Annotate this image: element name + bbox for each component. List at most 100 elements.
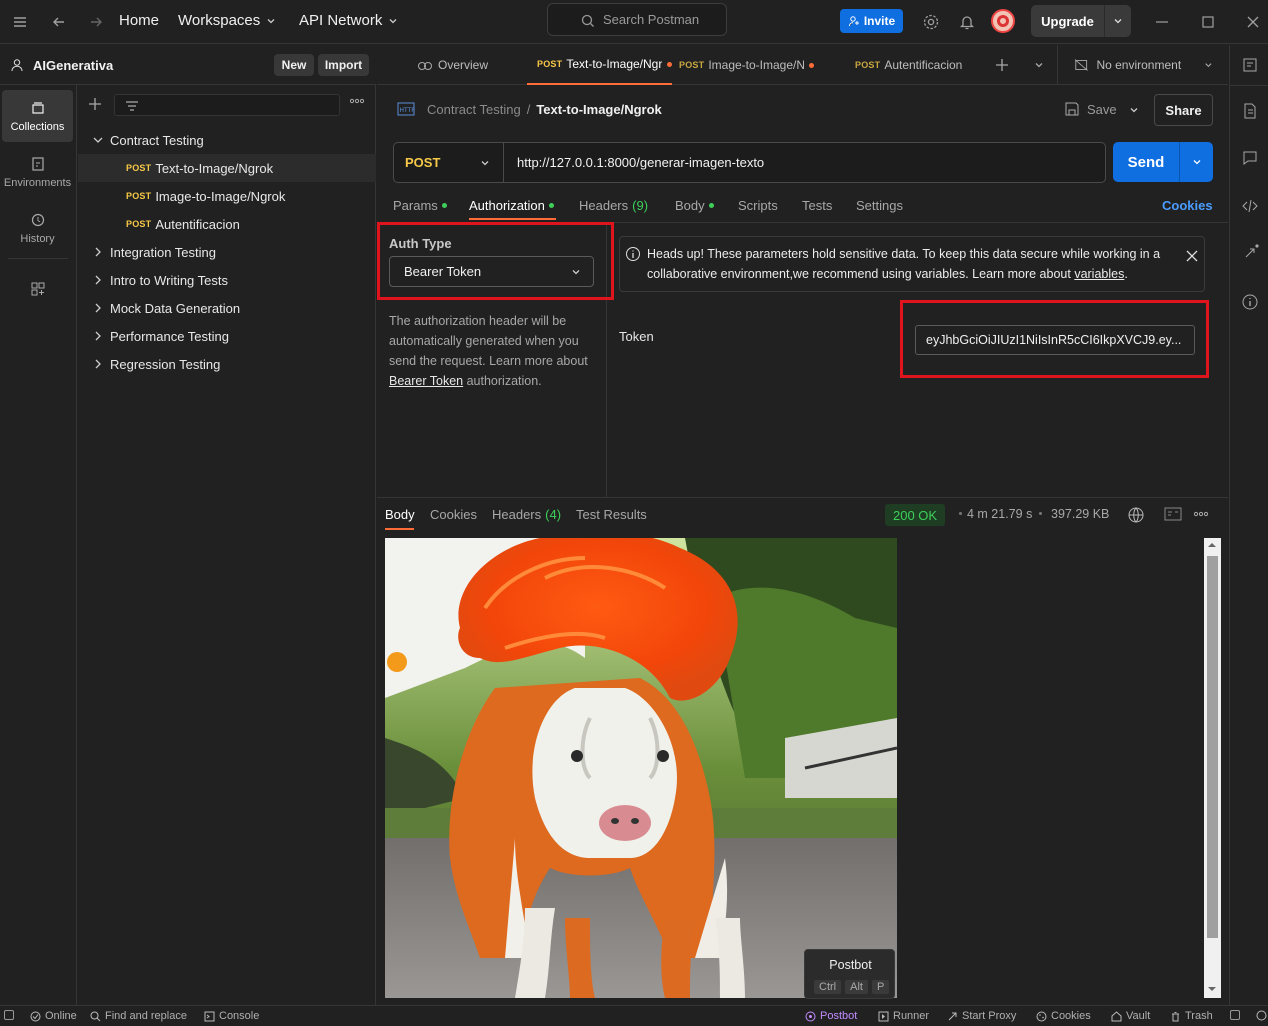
tab-body[interactable]: Body: [675, 198, 714, 213]
save-response-example-icon[interactable]: [1164, 507, 1182, 521]
start-proxy-button[interactable]: Start Proxy: [947, 1010, 1016, 1022]
tab-text-to-image[interactable]: POST Text-to-Image/Ngrok: [527, 45, 672, 85]
tabs-overflow-chevron-icon[interactable]: [1033, 59, 1045, 71]
collection-performance-testing[interactable]: Performance Testing: [78, 322, 376, 350]
status-online[interactable]: Online: [30, 1010, 77, 1022]
response-tab-body[interactable]: Body: [385, 507, 415, 522]
network-globe-icon[interactable]: [1127, 506, 1145, 524]
configure-workspace-icon[interactable]: [30, 281, 46, 297]
console-button[interactable]: Console: [204, 1010, 259, 1022]
method-select[interactable]: POST: [394, 143, 504, 182]
response-tab-test-results[interactable]: Test Results: [576, 507, 647, 522]
send-options-chevron-icon[interactable]: [1180, 142, 1213, 182]
settings-gear-icon[interactable]: [921, 12, 941, 32]
tab-scripts[interactable]: Scripts: [738, 198, 778, 213]
breadcrumb-parent[interactable]: Contract Testing: [427, 102, 521, 117]
invite-button[interactable]: Invite: [840, 9, 903, 33]
notification-bell-icon[interactable]: [957, 12, 977, 32]
scroll-down-arrow-icon[interactable]: [1207, 986, 1217, 992]
response-scrollbar[interactable]: [1204, 538, 1221, 998]
scroll-up-arrow-icon[interactable]: [1207, 542, 1217, 548]
dismiss-notice-close-icon[interactable]: [1186, 250, 1198, 262]
tab-headers[interactable]: Headers (9): [579, 198, 648, 213]
tab-tests[interactable]: Tests: [802, 198, 832, 213]
share-button[interactable]: Share: [1154, 94, 1213, 126]
related-collections-icon[interactable]: [1241, 244, 1259, 262]
tab-image-to-image[interactable]: POST Image-to-Image/Ngrok: [679, 45, 831, 85]
save-button[interactable]: Save: [1064, 101, 1117, 117]
more-options-icon[interactable]: [350, 98, 364, 104]
tab-overview[interactable]: Overview: [417, 45, 488, 85]
documentation-icon[interactable]: [1241, 102, 1259, 120]
response-tab-cookies[interactable]: Cookies: [430, 507, 477, 522]
avatar[interactable]: [991, 9, 1015, 33]
forward-arrow-icon[interactable]: [86, 12, 106, 32]
search-input[interactable]: Search Postman: [547, 3, 727, 36]
import-button[interactable]: Import: [318, 54, 369, 76]
collection-contract-testing[interactable]: Contract Testing: [78, 126, 376, 154]
tab-params[interactable]: Params: [393, 198, 447, 213]
rail-label-history: History: [20, 232, 55, 245]
find-replace-button[interactable]: Find and replace: [90, 1010, 187, 1022]
info-icon[interactable]: [1241, 293, 1259, 311]
postbot-button[interactable]: Postbot: [805, 1010, 857, 1022]
request-text-to-image[interactable]: POST Text-to-Image/Ngrok: [78, 154, 376, 182]
save-options-chevron-icon[interactable]: [1128, 104, 1140, 116]
cookies-button[interactable]: Cookies: [1036, 1010, 1091, 1022]
code-icon[interactable]: [1241, 197, 1259, 215]
tab-autentificacion[interactable]: POST Autentificacion: [855, 45, 962, 85]
rail-item-history[interactable]: History: [2, 202, 73, 254]
chevron-right-icon: [95, 331, 101, 341]
tab-authorization[interactable]: Authorization: [469, 198, 554, 213]
workspace-name[interactable]: AIGenerativa: [33, 58, 113, 73]
add-collection-button[interactable]: [88, 97, 102, 111]
cookies-link[interactable]: Cookies: [1162, 198, 1213, 213]
new-button[interactable]: New: [274, 54, 314, 76]
new-tab-plus-icon[interactable]: [995, 58, 1009, 72]
vault-button[interactable]: Vault: [1111, 1010, 1150, 1022]
request-image-to-image[interactable]: POST Image-to-Image/Ngrok: [78, 182, 376, 210]
collection-intro-writing-tests[interactable]: Intro to Writing Tests: [78, 266, 376, 294]
scroll-thumb[interactable]: [1207, 556, 1218, 938]
maximize-icon[interactable]: [1198, 12, 1218, 32]
separator-dot: [959, 512, 962, 515]
back-arrow-icon[interactable]: [49, 12, 69, 32]
minimize-icon[interactable]: [1152, 12, 1172, 32]
layout-toggle-icon[interactable]: [1230, 1010, 1240, 1020]
breadcrumb: Contract Testing / Text-to-Image/Ngrok: [427, 102, 662, 117]
help-icon[interactable]: [1256, 1010, 1267, 1021]
more-options-icon[interactable]: [1194, 511, 1208, 517]
environment-selector[interactable]: No environment: [1074, 45, 1214, 85]
upgrade-chevron-icon[interactable]: [1105, 5, 1131, 37]
status-badge[interactable]: 200 OK: [885, 504, 946, 526]
request-title[interactable]: Text-to-Image/Ngrok: [536, 102, 661, 117]
runner-button[interactable]: Runner: [878, 1010, 929, 1022]
collections-icon: [31, 101, 44, 114]
url-input[interactable]: http://127.0.0.1:8000/generar-imagen-tex…: [504, 155, 764, 170]
close-icon[interactable]: [1243, 12, 1263, 32]
trash-button[interactable]: Trash: [1170, 1010, 1213, 1022]
comments-icon[interactable]: [1241, 149, 1259, 167]
bearer-token-link[interactable]: Bearer Token: [389, 374, 463, 388]
comment-bar-icon[interactable]: [1241, 56, 1259, 74]
tab-settings[interactable]: Settings: [856, 198, 903, 213]
send-button[interactable]: Send: [1113, 142, 1213, 182]
filter-collections-input[interactable]: [114, 94, 340, 116]
request-autentificacion[interactable]: POST Autentificacion: [78, 210, 376, 238]
nav-api-network[interactable]: API Network: [299, 12, 399, 29]
collection-mock-data[interactable]: Mock Data Generation: [78, 294, 376, 322]
menu-icon[interactable]: [10, 12, 30, 32]
toggle-sidebar-icon[interactable]: [4, 1010, 14, 1020]
collection-integration-testing[interactable]: Integration Testing: [78, 238, 376, 266]
response-size[interactable]: 397.29 KB: [1051, 507, 1109, 521]
nav-workspaces[interactable]: Workspaces: [178, 12, 277, 29]
collection-regression-testing[interactable]: Regression Testing: [78, 350, 376, 378]
nav-home[interactable]: Home: [119, 12, 159, 29]
unsaved-dot: [667, 61, 672, 67]
response-time[interactable]: 4 m 21.79 s: [967, 507, 1032, 521]
response-tab-headers[interactable]: Headers (4): [492, 507, 561, 522]
rail-item-environments[interactable]: Environments: [2, 146, 73, 198]
rail-item-collections[interactable]: Collections: [2, 90, 73, 142]
upgrade-button[interactable]: Upgrade: [1031, 5, 1131, 37]
variables-link[interactable]: variables: [1074, 267, 1124, 281]
